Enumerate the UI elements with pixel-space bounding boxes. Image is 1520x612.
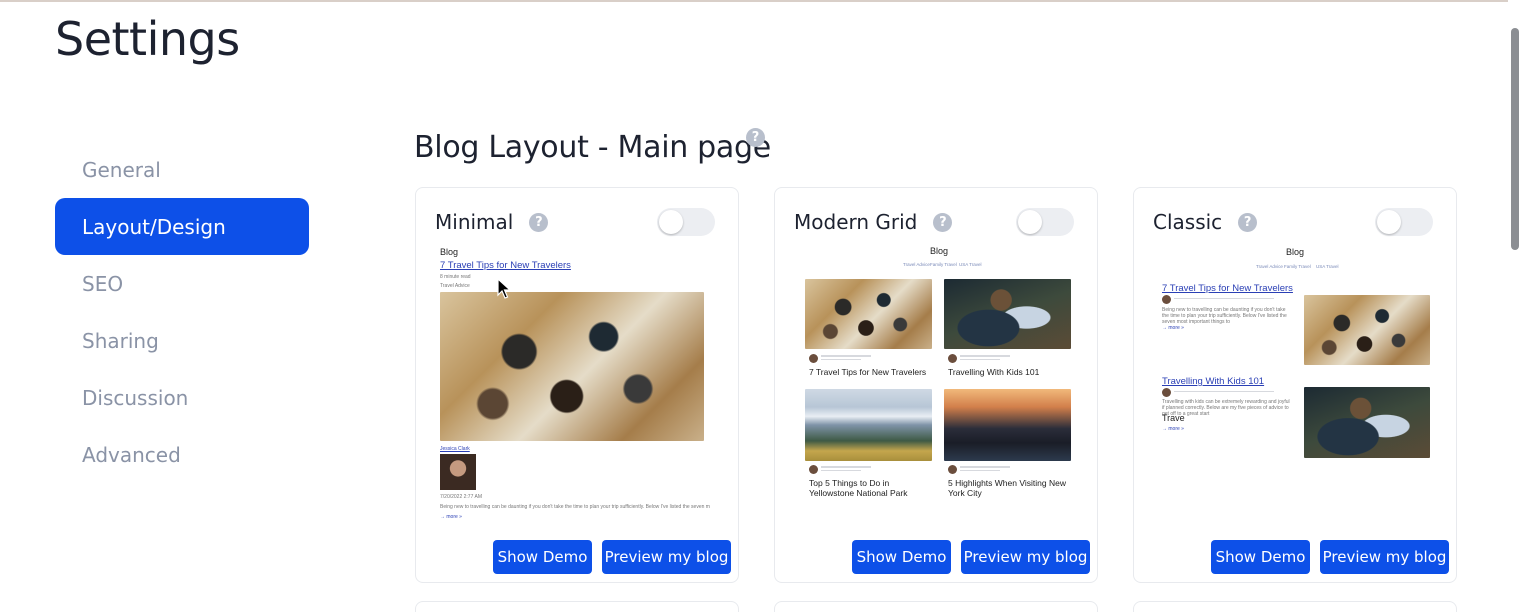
- preview-blog-label: Blog: [930, 246, 949, 256]
- toggle-knob: [1018, 210, 1042, 234]
- layout-card-modern-grid: Modern Grid ? Blog Travel Advice Family …: [774, 187, 1098, 583]
- preview-meta-line: [821, 470, 861, 471]
- preview-blog-label: Blog: [1286, 247, 1305, 257]
- toggle-knob: [1377, 210, 1401, 234]
- layout-preview-modern-grid: Blog Travel Advice Family Travel USA Tra…: [793, 243, 1081, 525]
- sidebar-item-advanced[interactable]: Advanced: [55, 426, 309, 483]
- mouse-cursor-icon: [497, 278, 511, 299]
- preview-meta-line: [960, 355, 1010, 357]
- preview-author-avatar: [1162, 295, 1171, 304]
- settings-sidebar: General Layout/Design SEO Sharing Discus…: [55, 141, 309, 483]
- preview-meta-line: [821, 359, 861, 360]
- preview-blog-label: Blog: [440, 247, 459, 257]
- preview-post-title: 7 Travel Tips for New Travelers: [1162, 283, 1293, 294]
- preview-post-image: [1304, 295, 1430, 365]
- layout-card-next: [774, 601, 1098, 612]
- preview-my-blog-button[interactable]: Preview my blog: [602, 540, 731, 574]
- layout-preview-classic: Blog Travel Advice Family Travel USA Tra…: [1152, 243, 1440, 525]
- sidebar-item-discussion[interactable]: Discussion: [55, 369, 309, 426]
- layout-card-classic: Classic ? Blog Travel Advice Family Trav…: [1133, 187, 1457, 583]
- toggle-knob: [659, 210, 683, 234]
- preview-post-image: [1304, 387, 1430, 458]
- preview-category: Travel Advice: [440, 283, 470, 289]
- show-demo-button[interactable]: Show Demo: [493, 540, 592, 574]
- top-divider: [0, 0, 1520, 2]
- preview-post-image: [944, 389, 1071, 461]
- question-circle-icon[interactable]: ?: [1238, 212, 1258, 232]
- sidebar-item-layout-design[interactable]: Layout/Design: [55, 198, 309, 255]
- card-title: Modern Grid: [794, 210, 918, 234]
- preview-tab: Travel Advice: [903, 262, 930, 267]
- preview-tab: Family Travel: [1284, 264, 1311, 269]
- layout-toggle[interactable]: [657, 208, 715, 236]
- question-circle-icon[interactable]: ?: [746, 128, 765, 147]
- preview-tab: USA Travel: [1316, 264, 1339, 269]
- preview-tab: Travel Advice: [1256, 264, 1283, 269]
- preview-my-blog-button[interactable]: Preview my blog: [1320, 540, 1449, 574]
- preview-post-title: 5 Highlights When Visiting New York City: [948, 478, 1066, 498]
- preview-tab: USA Travel: [959, 262, 982, 267]
- preview-post-title: 7 Travel Tips for New Travelers: [809, 367, 927, 377]
- page-title: Settings: [55, 12, 240, 66]
- preview-tab: Family Travel: [930, 262, 957, 267]
- card-header: Classic ?: [1153, 210, 1258, 234]
- preview-author-avatar: [948, 354, 957, 363]
- preview-post-image: [944, 279, 1071, 349]
- preview-post-title: Top 5 Things to Do in Yellowstone Nation…: [809, 478, 908, 498]
- preview-meta-line: [821, 466, 871, 468]
- preview-hero-image: [440, 292, 704, 441]
- preview-post-title: 7 Travel Tips for New Travelers: [440, 260, 571, 271]
- preview-post-title: Travelling With Kids 101: [1162, 376, 1265, 387]
- preview-extra-text: Trave: [1162, 413, 1185, 423]
- sidebar-item-general[interactable]: General: [55, 141, 309, 198]
- preview-author-avatar: [809, 465, 818, 474]
- layout-card-minimal: Minimal ? Blog 7 Travel Tips for New Tra…: [415, 187, 739, 583]
- preview-excerpt: Being new to travelling can be daunting …: [440, 504, 710, 510]
- card-title: Minimal: [435, 210, 514, 234]
- preview-author-avatar: [1162, 388, 1171, 397]
- preview-more-link: → more »: [1162, 426, 1184, 432]
- preview-meta-line: [1174, 298, 1274, 299]
- preview-excerpt: Being new to travelling can be daunting …: [1162, 307, 1287, 325]
- layout-preview-minimal: Blog 7 Travel Tips for New Travelers 8 m…: [434, 243, 722, 525]
- preview-author-avatar: [440, 454, 476, 490]
- preview-post-title: Travelling With Kids 101: [948, 367, 1040, 377]
- preview-meta-line: [960, 466, 1010, 468]
- layout-card-next: [415, 601, 739, 612]
- show-demo-button[interactable]: Show Demo: [1211, 540, 1310, 574]
- scrollbar-thumb[interactable]: [1511, 28, 1519, 250]
- preview-author-avatar: [809, 354, 818, 363]
- preview-meta-line: [1174, 391, 1274, 392]
- preview-meta-line: [960, 470, 1000, 471]
- preview-post-image: [805, 389, 932, 461]
- layout-card-next: [1133, 601, 1457, 612]
- sidebar-item-seo[interactable]: SEO: [55, 255, 309, 312]
- layout-toggle[interactable]: [1375, 208, 1433, 236]
- preview-meta-line: [821, 355, 871, 357]
- preview-date: 7/20/2022 2:77 AM: [440, 494, 482, 500]
- card-title: Classic: [1153, 210, 1223, 234]
- preview-more-link: → more »: [1162, 325, 1184, 331]
- card-header: Minimal ?: [435, 210, 549, 234]
- preview-author-avatar: [948, 465, 957, 474]
- sidebar-item-sharing[interactable]: Sharing: [55, 312, 309, 369]
- show-demo-button[interactable]: Show Demo: [852, 540, 951, 574]
- preview-read-time: 8 minute read: [440, 274, 471, 280]
- preview-post-image: [805, 279, 932, 349]
- preview-more-link: → more »: [440, 514, 462, 520]
- layout-toggle[interactable]: [1016, 208, 1074, 236]
- section-title: Blog Layout - Main page: [414, 130, 771, 165]
- question-circle-icon[interactable]: ?: [933, 212, 953, 232]
- question-circle-icon[interactable]: ?: [529, 212, 549, 232]
- preview-meta-line: [960, 359, 1000, 360]
- preview-author: Jessica Clark: [440, 446, 470, 452]
- card-header: Modern Grid ?: [794, 210, 953, 234]
- page-scrollbar[interactable]: [1508, 0, 1520, 612]
- preview-my-blog-button[interactable]: Preview my blog: [961, 540, 1090, 574]
